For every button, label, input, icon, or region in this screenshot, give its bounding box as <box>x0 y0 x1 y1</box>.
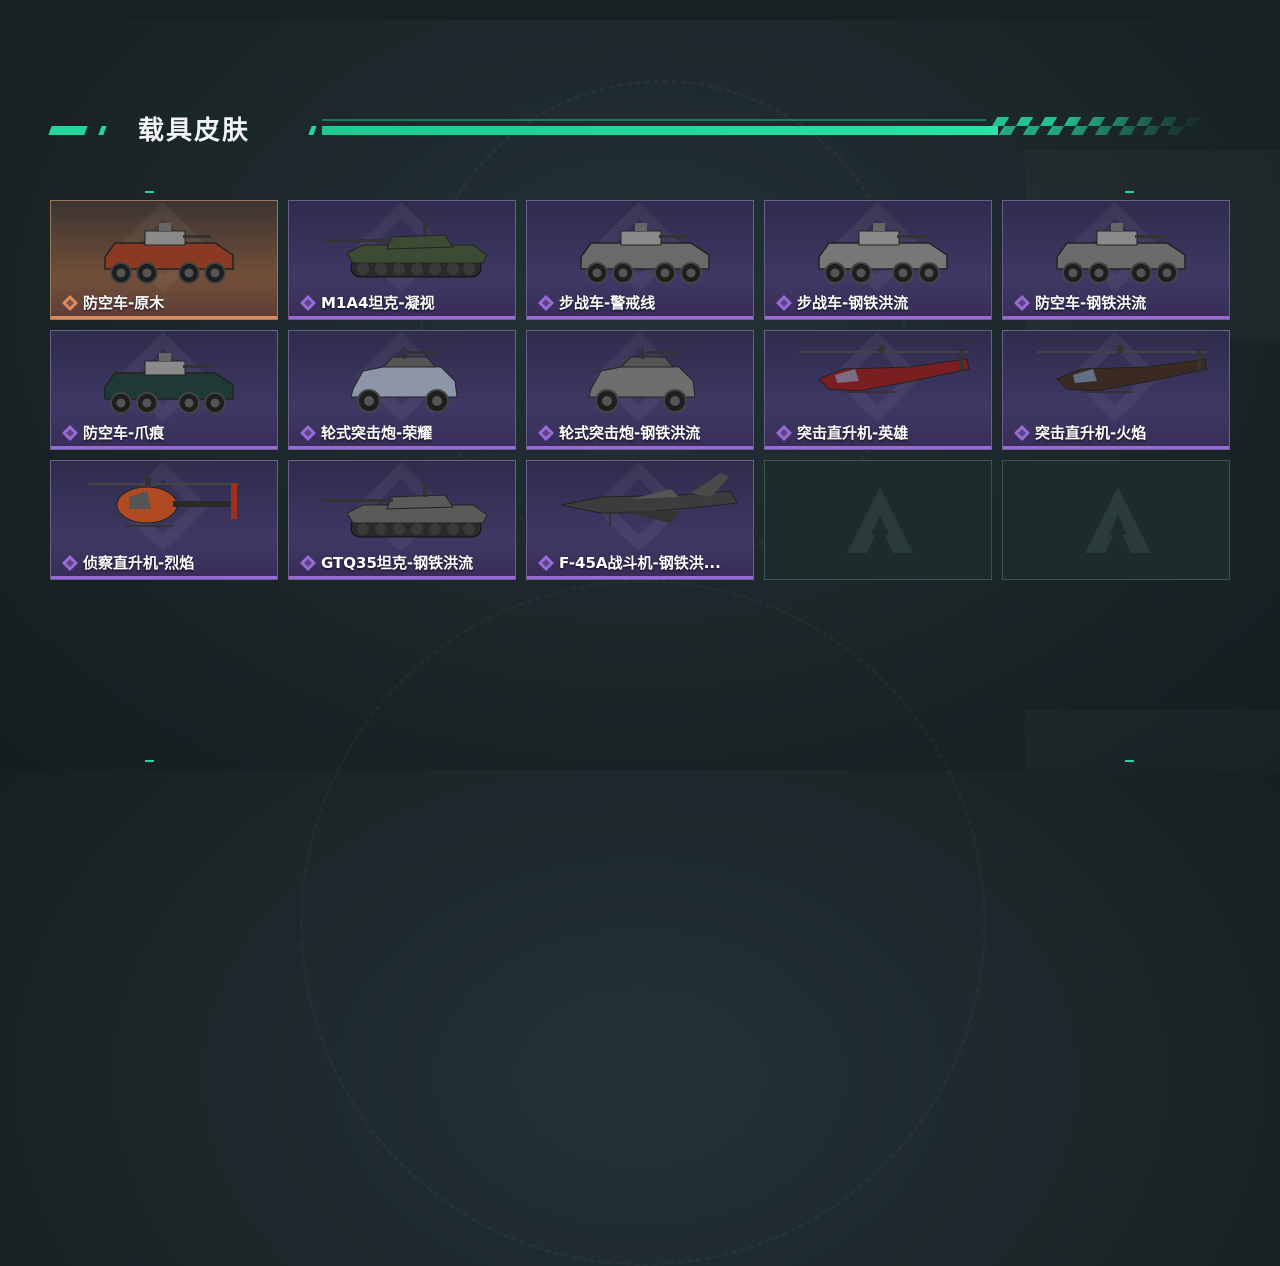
skin-name: M1A4坦克-凝视 <box>321 294 435 312</box>
background-ring-lower <box>300 580 986 1266</box>
skin-name: 突击直升机-英雄 <box>797 424 909 442</box>
rarity-gem-icon <box>1014 294 1030 311</box>
empty-skin-slot <box>764 460 992 580</box>
skin-label: 步战车-警戒线 <box>537 292 655 313</box>
skin-label: 轮式突击炮-荣耀 <box>299 422 432 443</box>
car-vehicle-image <box>588 347 696 413</box>
skin-label: F-45A战斗机-钢铁洪... <box>537 552 721 573</box>
skin-label: 侦察直升机-烈焰 <box>61 552 194 573</box>
skin-label: M1A4坦克-凝视 <box>299 292 435 313</box>
corner-mark <box>145 191 154 193</box>
apc-vehicle-image <box>1056 223 1186 284</box>
rarity-gem-icon <box>300 554 316 571</box>
skin-label: 防空车-原木 <box>61 292 164 313</box>
skin-label: 突击直升机-火焰 <box>1013 422 1146 443</box>
skin-name: 防空车-原木 <box>83 294 165 312</box>
skin-card[interactable]: 步战车-警戒线 <box>526 200 754 320</box>
skin-label: 防空车-钢铁洪流 <box>1013 292 1146 313</box>
tank-vehicle-image <box>323 223 488 278</box>
page-title: 载具皮肤 <box>138 116 251 146</box>
car-vehicle-image <box>350 347 458 413</box>
skin-card[interactable]: GTQ35坦克-钢铁洪流 <box>288 460 516 580</box>
header-accent-bar <box>48 126 88 135</box>
empty-skin-slot <box>1002 460 1230 580</box>
skin-card[interactable]: F-45A战斗机-钢铁洪... <box>526 460 754 580</box>
skin-card[interactable]: M1A4坦克-凝视 <box>288 200 516 320</box>
skin-card[interactable]: 突击直升机-英雄 <box>764 330 992 450</box>
skin-label: GTQ35坦克-钢铁洪流 <box>299 552 473 573</box>
skin-name: 防空车-爪痕 <box>83 424 165 442</box>
skin-label: 防空车-爪痕 <box>61 422 164 443</box>
header-line-tick <box>308 126 317 135</box>
header-checker-pattern <box>986 117 1208 135</box>
skin-card[interactable]: 步战车-钢铁洪流 <box>764 200 992 320</box>
rarity-gem-icon <box>62 294 78 311</box>
skin-name: 侦察直升机-烈焰 <box>83 554 195 572</box>
rarity-gem-icon <box>1014 424 1030 441</box>
skin-name: 步战车-警戒线 <box>559 294 656 312</box>
top-band <box>0 0 1280 20</box>
tank-vehicle-image <box>323 483 488 538</box>
rarity-gem-icon <box>62 424 78 441</box>
skin-name: 突击直升机-火焰 <box>1035 424 1147 442</box>
corner-mark <box>145 760 154 762</box>
skin-label: 步战车-钢铁洪流 <box>775 292 908 313</box>
skin-name: F-45A战斗机-钢铁洪... <box>559 554 721 572</box>
apc-vehicle-image <box>104 353 234 414</box>
apc-vehicle-image <box>104 223 234 284</box>
skin-card[interactable]: 防空车-钢铁洪流 <box>1002 200 1230 320</box>
apc-vehicle-image <box>580 223 710 284</box>
skin-name: 防空车-钢铁洪流 <box>1035 294 1147 312</box>
skin-card[interactable]: 突击直升机-火焰 <box>1002 330 1230 450</box>
heli-vehicle-image <box>799 345 970 393</box>
rarity-gem-icon <box>538 294 554 311</box>
skin-grid: 防空车-原木 M1A4坦克-凝视 步战车-警戒线 步战车-钢铁洪流 防空车-钢铁… <box>50 200 1230 580</box>
scout-vehicle-image <box>89 477 239 527</box>
rarity-gem-icon <box>776 294 792 311</box>
skin-card[interactable]: 轮式突击炮-钢铁洪流 <box>526 330 754 450</box>
skin-card[interactable]: 防空车-原木 <box>50 200 278 320</box>
header-line <box>322 126 998 135</box>
game-logo-icon <box>1085 487 1151 553</box>
skin-name: 轮式突击炮-荣耀 <box>321 424 433 442</box>
rarity-gem-icon <box>300 294 316 311</box>
rarity-gem-icon <box>62 554 78 571</box>
skin-card[interactable]: 轮式突击炮-荣耀 <box>288 330 516 450</box>
header-thin-line <box>322 119 986 121</box>
header-accent-tick <box>98 126 107 135</box>
skin-name: 步战车-钢铁洪流 <box>797 294 909 312</box>
rarity-gem-icon <box>538 424 554 441</box>
corner-mark <box>1125 760 1134 762</box>
skin-label: 突击直升机-英雄 <box>775 422 908 443</box>
background-panel-lower <box>1025 710 1280 770</box>
rarity-gem-icon <box>300 424 316 441</box>
apc-vehicle-image <box>818 223 948 284</box>
rarity-gem-icon <box>776 424 792 441</box>
heli-vehicle-image <box>1037 345 1208 393</box>
corner-mark <box>1125 191 1134 193</box>
skin-card[interactable]: 侦察直升机-烈焰 <box>50 460 278 580</box>
skin-label: 轮式突击炮-钢铁洪流 <box>537 422 700 443</box>
skin-name: GTQ35坦克-钢铁洪流 <box>321 554 474 572</box>
skin-name: 轮式突击炮-钢铁洪流 <box>559 424 701 442</box>
rarity-gem-icon <box>538 554 554 571</box>
skin-card[interactable]: 防空车-爪痕 <box>50 330 278 450</box>
jet-vehicle-image <box>561 473 738 525</box>
game-logo-icon <box>847 487 913 553</box>
